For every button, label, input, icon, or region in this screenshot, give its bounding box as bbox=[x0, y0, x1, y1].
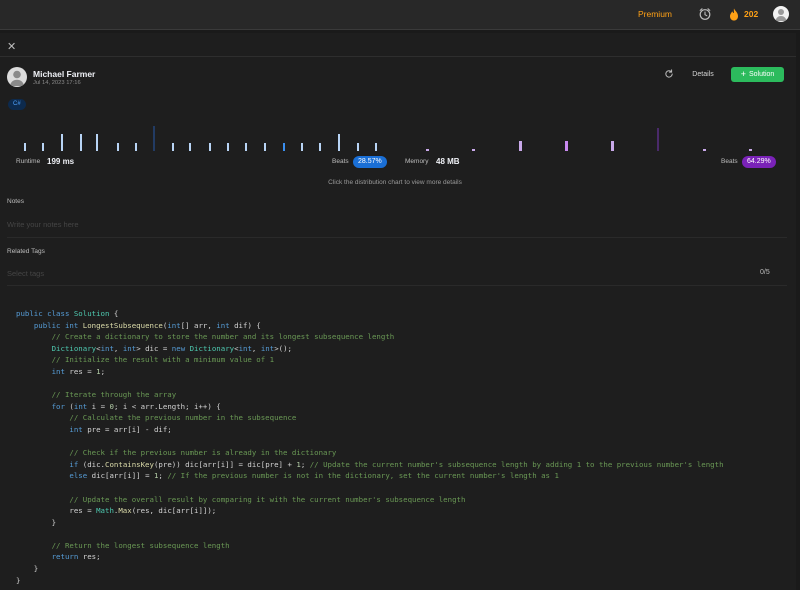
code-line: int pre = arr[i] - dif; bbox=[69, 424, 172, 434]
runtime-beats-label: Beats bbox=[332, 158, 349, 165]
top-navbar: Premium 202 bbox=[0, 0, 800, 30]
memory-distribution[interactable] bbox=[426, 128, 752, 151]
runtime-bar bbox=[61, 134, 63, 151]
divider bbox=[0, 56, 796, 57]
code-line: public class Solution { bbox=[16, 309, 119, 318]
tags-count: 0/5 bbox=[760, 269, 770, 276]
code-line: // Return the longest subsequence length bbox=[51, 540, 230, 550]
code-line: Dictionary<int, int> dic = new Dictionar… bbox=[51, 343, 292, 353]
code-line: } bbox=[16, 575, 21, 585]
runtime-distribution[interactable] bbox=[24, 126, 377, 151]
runtime-bar bbox=[172, 143, 174, 151]
code-line: return res; bbox=[51, 552, 101, 562]
runtime-bar bbox=[375, 143, 377, 151]
runtime-bar bbox=[227, 143, 229, 151]
alarm-clock-icon[interactable] bbox=[698, 7, 712, 21]
author-avatar bbox=[7, 67, 27, 87]
runtime-bar bbox=[96, 134, 98, 151]
code-line: // Iterate through the array bbox=[51, 390, 177, 400]
post-solution-button[interactable]: + Solution bbox=[731, 67, 784, 82]
submission-date: Jul 14, 2023 17:16 bbox=[33, 80, 81, 86]
runtime-bar bbox=[80, 134, 82, 151]
code-line: public int LongestSubsequence(int[] arr,… bbox=[33, 320, 261, 330]
code-line: res = Math.Max(res, dic[arr[i]]); bbox=[16, 506, 217, 516]
tags-select-input[interactable] bbox=[7, 265, 707, 281]
details-button[interactable]: Details bbox=[685, 67, 721, 82]
runtime-bar bbox=[319, 143, 321, 151]
plus-icon: + bbox=[740, 69, 746, 79]
runtime-bar bbox=[245, 143, 247, 151]
divider bbox=[7, 237, 787, 238]
code-line: int res = 1; bbox=[51, 366, 106, 376]
runtime-bar bbox=[135, 143, 137, 151]
notes-input[interactable] bbox=[7, 216, 787, 232]
memory-value: 48 MB bbox=[436, 157, 460, 166]
runtime-value: 199 ms bbox=[47, 157, 75, 166]
runtime-bar bbox=[42, 143, 44, 151]
runtime-bar bbox=[209, 143, 211, 151]
runtime-beats-badge: 28.57% bbox=[353, 156, 387, 168]
memory-marker bbox=[657, 128, 659, 151]
code-block[interactable]: public class Solution { public int Longe… bbox=[16, 308, 791, 586]
runtime-marker bbox=[153, 126, 155, 151]
memory-bar-current bbox=[565, 141, 568, 151]
runtime-label: Runtime bbox=[16, 158, 41, 165]
author-name[interactable]: Michael Farmer bbox=[33, 69, 95, 79]
solution-button-label: Solution bbox=[748, 71, 775, 78]
runtime-bar bbox=[264, 143, 266, 151]
runtime-bar bbox=[338, 134, 340, 151]
code-line: } bbox=[16, 517, 57, 527]
code-line: // Calculate the previous number in the … bbox=[69, 413, 297, 423]
runtime-bar bbox=[301, 143, 303, 151]
user-silhouette-icon bbox=[775, 9, 787, 21]
code-line: if (dic.ContainsKey(pre)) dic[arr[i]] = … bbox=[69, 459, 724, 469]
code-line: } bbox=[16, 564, 39, 574]
runtime-bar bbox=[357, 143, 359, 151]
user-avatar[interactable] bbox=[773, 6, 789, 22]
close-icon[interactable]: ✕ bbox=[7, 40, 16, 53]
related-tags-label: Related Tags bbox=[7, 248, 45, 255]
memory-bar bbox=[749, 149, 752, 151]
runtime-bar bbox=[189, 143, 191, 151]
divider bbox=[7, 285, 787, 286]
distribution-chart[interactable] bbox=[0, 120, 800, 155]
code-line: for (int i = 0; i < arr.Length; i++) { bbox=[51, 401, 221, 411]
code-line: // Check if the previous number is alrea… bbox=[69, 448, 337, 458]
code-line: // Create a dictionary to store the numb… bbox=[51, 332, 395, 342]
streak-count: 202 bbox=[744, 9, 759, 19]
memory-beats-badge: 64.29% bbox=[742, 156, 776, 168]
chart-hint: Click the distribution chart to view mor… bbox=[328, 179, 462, 186]
memory-beats-label: Beats bbox=[721, 158, 738, 165]
memory-bar bbox=[703, 149, 706, 151]
runtime-bar-current bbox=[283, 143, 285, 151]
flame-icon bbox=[730, 8, 738, 21]
code-line: else dic[arr[i]] = 1; // If the previous… bbox=[69, 471, 559, 481]
premium-link[interactable]: Premium bbox=[638, 9, 672, 19]
language-tag: C# bbox=[8, 99, 26, 110]
memory-label: Memory bbox=[405, 158, 429, 165]
runtime-bar bbox=[117, 143, 119, 151]
user-silhouette-icon bbox=[10, 70, 24, 86]
code-line: // Update the overall result by comparin… bbox=[69, 494, 466, 504]
memory-bar bbox=[472, 149, 475, 151]
memory-bar bbox=[426, 149, 429, 151]
runtime-bar bbox=[24, 143, 26, 151]
code-line: // Initialize the result with a minimum … bbox=[51, 355, 275, 365]
notes-label: Notes bbox=[7, 198, 24, 205]
memory-bar bbox=[611, 141, 614, 151]
memory-bar bbox=[519, 141, 522, 151]
refresh-icon[interactable] bbox=[664, 69, 674, 79]
